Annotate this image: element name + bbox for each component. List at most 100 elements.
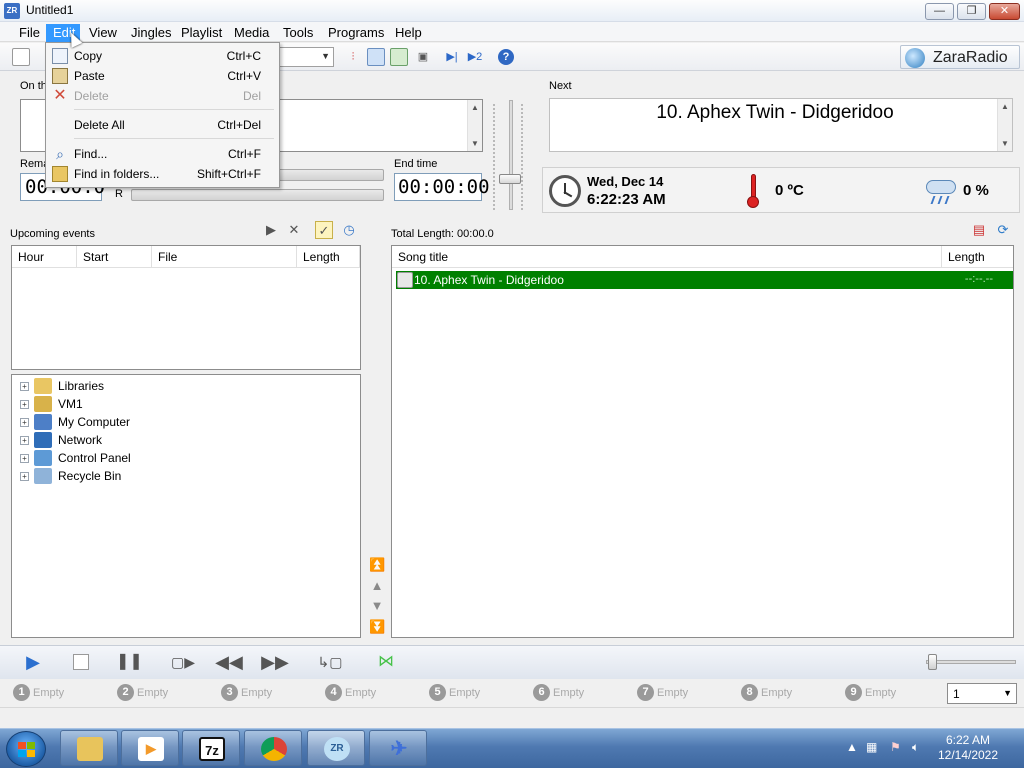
move-down-icon[interactable]: ▼ (369, 599, 385, 613)
menu-view[interactable]: View (82, 24, 124, 42)
menu-file[interactable]: File (12, 24, 47, 42)
chevron-down-icon: ▼ (321, 51, 330, 61)
action-center-icon[interactable]: ⚑ (890, 740, 901, 754)
menu-find[interactable]: ⌕ Find... Ctrl+F (48, 144, 277, 164)
stop-then-play-button[interactable]: ▢▶ (162, 652, 204, 672)
expand-icon[interactable]: + (20, 436, 29, 445)
scroll-up-icon[interactable]: ▲ (1001, 102, 1009, 111)
taskbar-zararadio[interactable]: ZR (307, 730, 365, 766)
playlist-delete-icon[interactable]: ▤ (970, 221, 988, 239)
audio-file-icon (397, 272, 413, 288)
fast-forward-button[interactable]: ▶▶ (258, 652, 292, 672)
crossfade-button[interactable]: ⋈ (366, 652, 406, 672)
col-hour[interactable]: Hour (12, 246, 77, 268)
taskbar-explorer[interactable] (60, 730, 118, 766)
stop-button[interactable] (70, 652, 92, 672)
move-bottom-icon[interactable]: ⏬ (369, 620, 385, 634)
col-song-title[interactable]: Song title (392, 246, 942, 268)
cart-number: 7 (637, 684, 654, 701)
menu-tools[interactable]: Tools (276, 24, 320, 42)
toolbar-combo[interactable]: ▼ (278, 47, 334, 67)
scroll-down-icon[interactable]: ▼ (471, 139, 479, 148)
on-air-label: On th (20, 80, 47, 92)
loop-button[interactable]: ↳▢ (312, 652, 348, 672)
expand-icon[interactable]: + (20, 418, 29, 427)
cart-page-value: 1 (953, 687, 960, 701)
taskbar-7zip[interactable]: 7z (182, 730, 240, 766)
expand-icon[interactable]: + (20, 454, 29, 463)
menu-playlist[interactable]: Playlist (174, 24, 229, 42)
cart-number: 1 (13, 684, 30, 701)
position-slider-track[interactable] (926, 660, 1016, 664)
network-tray-icon[interactable]: ▦ (866, 740, 877, 754)
scroll-down-icon[interactable]: ▼ (1001, 139, 1009, 148)
taskbar-chrome[interactable] (244, 730, 302, 766)
find-icon: ⌕ (56, 146, 64, 162)
move-up-icon[interactable]: ▲ (369, 579, 385, 593)
col-start[interactable]: Start (77, 246, 152, 268)
rewind-button[interactable]: ◀◀ (212, 652, 246, 672)
menu-help[interactable]: Help (388, 24, 429, 42)
playlist-refresh-icon[interactable]: ⟳ (994, 221, 1012, 239)
delete-icon: ✕ (53, 87, 67, 104)
cart-label: Empty (761, 687, 793, 699)
play-button[interactable]: ▶ (22, 652, 44, 672)
menu-find-in-folders[interactable]: Find in folders... Shift+Ctrl+F (48, 164, 277, 184)
menu-programs[interactable]: Programs (321, 24, 391, 42)
volume-tray-icon[interactable]: 🔈︎ (912, 740, 919, 755)
copy-icon (52, 48, 68, 64)
expand-icon[interactable]: + (20, 382, 29, 391)
taskbar-media-player[interactable]: ▶ (121, 730, 179, 766)
clock-icon (549, 175, 581, 207)
libraries-icon (34, 378, 52, 394)
start-button[interactable] (6, 731, 46, 767)
jingles-view-icon[interactable] (390, 48, 408, 66)
menu-media[interactable]: Media (227, 24, 276, 42)
help-icon[interactable]: ? (498, 49, 514, 65)
on-air-scrollbar[interactable]: ▲ ▼ (467, 100, 482, 151)
menu-jingles[interactable]: Jingles (124, 24, 178, 42)
next-track-2-icon[interactable]: ▶2 (466, 48, 484, 66)
maximize-button[interactable]: ❐ (957, 3, 986, 20)
scroll-up-icon[interactable]: ▲ (471, 103, 479, 112)
taskbar-clock[interactable]: 6:22 AM 12/14/2022 (928, 733, 1008, 763)
menu-copy[interactable]: Copy Ctrl+C (48, 46, 277, 66)
playlist-view-icon[interactable] (367, 48, 385, 66)
equalizer-icon[interactable]: ⫶ (344, 48, 362, 66)
pause-button[interactable]: ❚❚ (116, 652, 143, 672)
remove-event-icon[interactable]: ✕ (285, 221, 303, 239)
col-file[interactable]: File (152, 246, 297, 268)
next-scrollbar[interactable]: ▲ ▼ (997, 99, 1012, 151)
position-slider-thumb[interactable] (928, 654, 937, 670)
date-text: Wed, Dec 14 (587, 174, 664, 189)
control-panel-icon (34, 450, 52, 466)
move-top-icon[interactable]: ⏫ (369, 558, 385, 572)
next-track-icon[interactable]: ▶| (443, 48, 461, 66)
zararadio-app-icon[interactable]: ZR (4, 3, 20, 19)
play-event-icon[interactable]: ▶ (262, 221, 280, 239)
tree-item-label: Libraries (58, 379, 105, 393)
new-file-icon[interactable] (12, 48, 30, 66)
playlist-row[interactable]: 10. Aphex Twin - Didgeridoo --:--.-- (396, 271, 1013, 289)
minimize-button[interactable]: — (925, 3, 954, 20)
col-song-length[interactable]: Length (942, 246, 1013, 268)
enable-events-icon[interactable]: ✓ (315, 221, 333, 239)
menu-delete-all[interactable]: Delete All Ctrl+Del (48, 115, 277, 135)
volume-slider-track[interactable] (509, 100, 513, 210)
close-button[interactable]: ✕ (989, 3, 1020, 20)
menu-paste[interactable]: Paste Ctrl+V (48, 66, 277, 86)
events-clock-icon[interactable]: ◷ (340, 221, 358, 239)
expand-icon[interactable]: + (20, 472, 29, 481)
windows-logo-icon (18, 742, 36, 758)
cart-label: Empty (33, 687, 65, 699)
thermometer-icon (747, 174, 759, 208)
events-view-icon[interactable]: ▣ (414, 48, 432, 66)
show-hidden-icons-icon[interactable]: ▲ (846, 740, 858, 754)
menu-delete[interactable]: ✕ Delete Del (48, 86, 277, 106)
cart-page-select[interactable]: 1 ▼ (947, 683, 1017, 704)
bird-icon: ✈ (390, 738, 408, 760)
volume-slider-thumb[interactable] (499, 174, 521, 184)
col-length[interactable]: Length (297, 246, 360, 268)
taskbar-bird-app[interactable]: ✈ (369, 730, 427, 766)
expand-icon[interactable]: + (20, 400, 29, 409)
